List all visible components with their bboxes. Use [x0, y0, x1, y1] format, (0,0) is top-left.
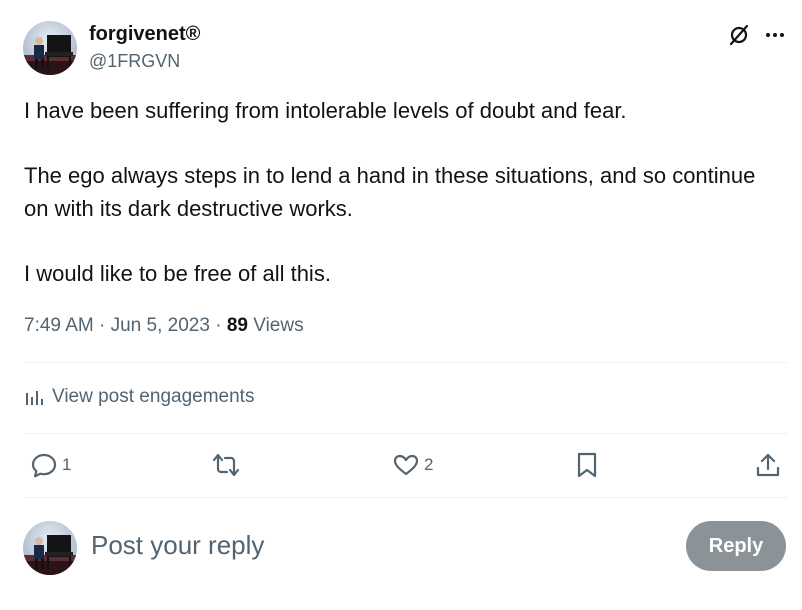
avatar-piano-player-icon	[23, 521, 77, 575]
author-avatar[interactable]	[23, 21, 77, 75]
reply-button[interactable]: Reply	[686, 521, 786, 571]
post-meta: 7:49 AM · Jun 5, 2023 · 89 Views	[24, 313, 304, 339]
share-upload-icon	[756, 453, 780, 477]
like-action[interactable]: 2	[392, 449, 433, 481]
divider	[24, 497, 788, 498]
author-display-name[interactable]: forgivenet®	[89, 22, 200, 46]
reply-bubble-icon	[31, 453, 57, 478]
current-user-avatar[interactable]	[23, 521, 77, 575]
avatar-piano-player-icon	[23, 21, 77, 75]
meta-separator: ·	[215, 315, 222, 336]
bookmark-action[interactable]	[574, 449, 600, 481]
post-date[interactable]: Jun 5, 2023	[111, 315, 210, 336]
heart-icon	[393, 454, 419, 476]
reply-action[interactable]: 1	[30, 449, 71, 481]
meta-separator: ·	[99, 315, 106, 336]
bookmark-icon	[577, 452, 597, 478]
post-time[interactable]: 7:49 AM	[24, 315, 94, 336]
analytics-bars-icon	[26, 391, 43, 405]
view-engagements-link[interactable]: View post engagements	[24, 383, 254, 411]
views-count: 89	[226, 315, 248, 336]
author-handle[interactable]: @1FRGVN	[89, 50, 180, 72]
views-label: Views	[253, 315, 304, 336]
post-text: I have been suffering from intolerable l…	[24, 94, 784, 290]
post-paragraph: I have been suffering from intolerable l…	[24, 98, 627, 123]
view-engagements-label: View post engagements	[52, 386, 255, 407]
divider	[24, 433, 788, 434]
post-paragraph: The ego always steps in to lend a hand i…	[24, 163, 756, 221]
post-detail: forgivenet® @1FRGVN I have been sufferin…	[0, 0, 802, 610]
grok-slash-icon[interactable]	[726, 22, 752, 48]
more-dots-icon[interactable]	[762, 22, 788, 48]
post-paragraph: I would like to be free of all this.	[24, 261, 331, 286]
repost-icon	[212, 453, 240, 477]
reply-count: 1	[62, 455, 72, 474]
repost-action[interactable]	[210, 449, 246, 481]
divider	[24, 362, 788, 363]
reply-input[interactable]: Post your reply	[91, 528, 264, 562]
share-action[interactable]	[754, 449, 782, 481]
like-count: 2	[424, 455, 434, 474]
